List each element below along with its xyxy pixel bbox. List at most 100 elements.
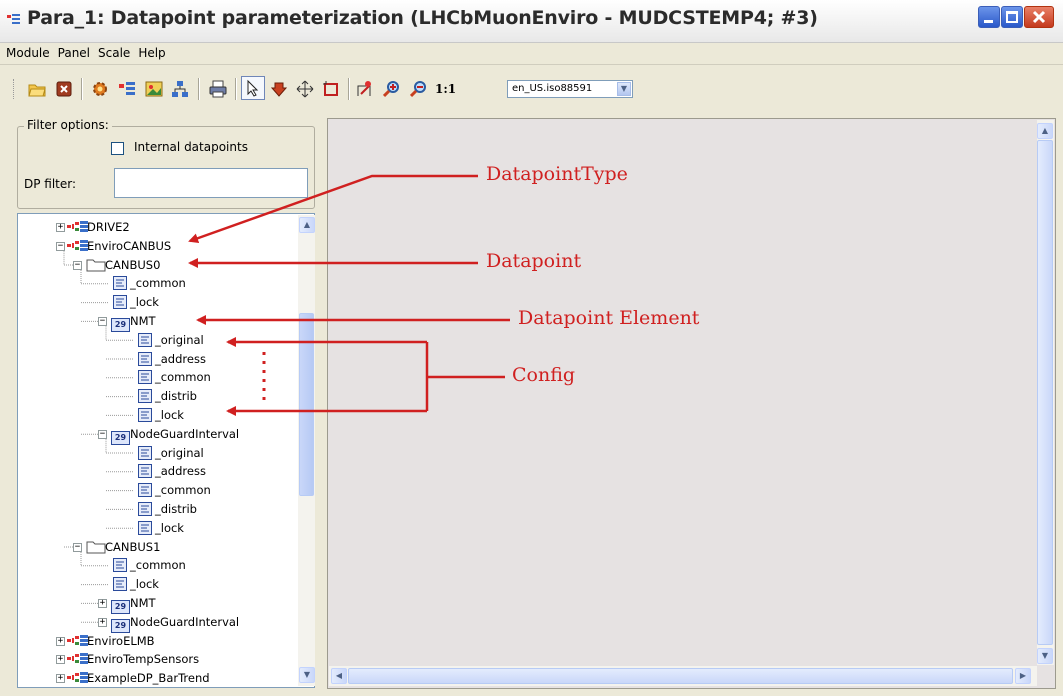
network-button[interactable]: [171, 80, 189, 98]
zoom-out-button[interactable]: [410, 80, 428, 98]
tree-item-config[interactable]: _lock: [18, 575, 300, 593]
tree-item-config[interactable]: _lock: [18, 293, 300, 311]
close-panel-button[interactable]: [55, 80, 73, 98]
tree-item-label: _original: [155, 332, 204, 347]
label-datapoint-type: DatapointType: [486, 163, 628, 185]
panel-scroll-down-button[interactable]: ▼: [1037, 648, 1053, 664]
zoom-1to1-button[interactable]: 1:1: [435, 80, 459, 98]
drag-tool-button[interactable]: [270, 80, 288, 98]
datapoint-type-icon: [67, 671, 89, 687]
tree-item-folder[interactable]: − CANBUS1: [18, 538, 300, 556]
tree-scroll-down-button[interactable]: ▼: [299, 667, 315, 683]
expand-icon[interactable]: +: [56, 674, 65, 684]
toolbar-separator: [81, 78, 83, 100]
collapse-icon[interactable]: −: [73, 542, 82, 552]
print-button[interactable]: [209, 80, 227, 98]
tree-item-config[interactable]: _lock: [18, 519, 300, 537]
tree-item-label: NodeGuardInterval: [130, 614, 240, 629]
tree-item-config[interactable]: _address: [18, 350, 300, 368]
internal-datapoints-label: Internal datapoints: [134, 140, 248, 154]
select-pointer-button[interactable]: [241, 76, 265, 100]
tree-item-config[interactable]: _common: [18, 368, 300, 386]
menu-panel[interactable]: Panel: [54, 43, 94, 60]
close-button[interactable]: [1024, 6, 1054, 28]
panel-scroll-thumb[interactable]: [1037, 140, 1053, 645]
panel-vertical-scrollbar[interactable]: ▲ ▼: [1037, 120, 1054, 665]
toolbar-separator: [235, 78, 237, 100]
maximize-button[interactable]: [1001, 6, 1023, 28]
network-icon: [172, 81, 188, 97]
expand-icon[interactable]: +: [56, 223, 65, 232]
collapse-icon[interactable]: −: [98, 317, 107, 326]
panel-scroll-up-button[interactable]: ▲: [1037, 123, 1053, 139]
menu-scale[interactable]: Scale: [94, 43, 134, 60]
expand-icon[interactable]: +: [56, 655, 65, 665]
tree-item-element[interactable]: −29 NodeGuardInterval: [18, 425, 300, 445]
panel-scroll-left-button[interactable]: ◀: [331, 668, 347, 684]
internal-datapoints-checkbox[interactable]: [111, 142, 124, 155]
language-select[interactable]: en_US.iso88591 ▼: [507, 80, 633, 98]
tree-item-config[interactable]: _common: [18, 556, 300, 574]
drag-tool-icon: [270, 82, 288, 97]
tree-item-element[interactable]: +29 NodeGuardInterval: [18, 613, 300, 633]
tree-item-label: EnviroELMB: [87, 633, 155, 648]
tree-scroll-up-button[interactable]: ▲: [299, 217, 315, 233]
expand-icon[interactable]: +: [56, 636, 65, 646]
expand-icon[interactable]: +: [98, 617, 107, 627]
settings-button[interactable]: [91, 80, 109, 98]
dp-filter-input[interactable]: [114, 168, 308, 198]
panel-canvas[interactable]: [327, 118, 1056, 689]
menu-help[interactable]: Help: [134, 43, 169, 60]
tree-item-label: _common: [155, 483, 211, 498]
datapoint-tree: + DRIVE2− EnviroCANBUS − CANBUS0 _common _lock…: [17, 213, 315, 688]
panel-scroll-right-button[interactable]: ▶: [1015, 668, 1031, 684]
tree-item-dptype[interactable]: + EnviroTempSensors: [18, 650, 300, 668]
tree-item-label: ExampleDP_BarTrend: [87, 671, 210, 686]
toolbar-separator: [198, 78, 200, 100]
panel-horizontal-scrollbar[interactable]: ◀ ▶: [329, 666, 1037, 686]
tree-item-label: _distrib: [155, 389, 197, 404]
language-select-value: en_US.iso88591: [512, 83, 593, 94]
filter-options-legend: Filter options:: [24, 118, 112, 132]
gear-icon: [93, 82, 107, 96]
dp-tree-button[interactable]: [118, 80, 136, 98]
rectangle-button[interactable]: [322, 80, 340, 98]
tree-item-config[interactable]: _common: [18, 481, 300, 499]
tree-item-config[interactable]: _distrib: [18, 387, 300, 405]
chevron-down-icon[interactable]: ▼: [617, 82, 631, 96]
image-button[interactable]: [145, 80, 163, 98]
tree-item-folder[interactable]: − CANBUS0: [18, 256, 300, 274]
tree-item-dptype[interactable]: + EnviroELMB: [18, 632, 300, 650]
toolbar-separator: [348, 78, 350, 100]
collapse-icon[interactable]: −: [98, 429, 107, 439]
zoom-fit-button[interactable]: [356, 80, 374, 98]
move-button[interactable]: [296, 80, 314, 98]
tree-item-label: NMT: [130, 314, 156, 328]
menu-module[interactable]: Module: [2, 43, 54, 60]
printer-icon: [209, 80, 227, 98]
zoom-out-icon: [410, 81, 426, 98]
tree-item-label: NodeGuardInterval: [130, 426, 240, 441]
tree-item-config[interactable]: _original: [18, 444, 300, 462]
open-button[interactable]: [28, 80, 46, 98]
tree-item-element[interactable]: +29 NMT: [18, 594, 300, 614]
tree-item-dptype[interactable]: + ExampleDP_BarTrend: [18, 669, 300, 687]
tree-item-config[interactable]: _original: [18, 331, 300, 349]
tree-item-dptype[interactable]: + DRIVE2: [18, 218, 300, 236]
tree-item-config[interactable]: _common: [18, 274, 300, 292]
tree-item-config[interactable]: _lock: [18, 406, 300, 424]
tree-item-config[interactable]: _distrib: [18, 500, 300, 518]
tree-item-config[interactable]: _address: [18, 462, 300, 480]
minimize-button[interactable]: [978, 6, 1000, 28]
tree-item-element[interactable]: −29 NMT: [18, 312, 300, 332]
close-icon: [1032, 10, 1046, 24]
zoom-in-button[interactable]: [383, 80, 401, 98]
datapoint-element-icon: 29: [111, 314, 130, 332]
collapse-icon[interactable]: −: [56, 241, 65, 251]
panel-hscroll-thumb[interactable]: [348, 668, 1013, 684]
app-icon: [7, 14, 20, 24]
tree-scroll-thumb[interactable]: [299, 313, 314, 496]
collapse-icon[interactable]: −: [73, 260, 82, 270]
expand-icon[interactable]: +: [98, 599, 107, 608]
tree-item-dptype[interactable]: − EnviroCANBUS: [18, 237, 300, 255]
